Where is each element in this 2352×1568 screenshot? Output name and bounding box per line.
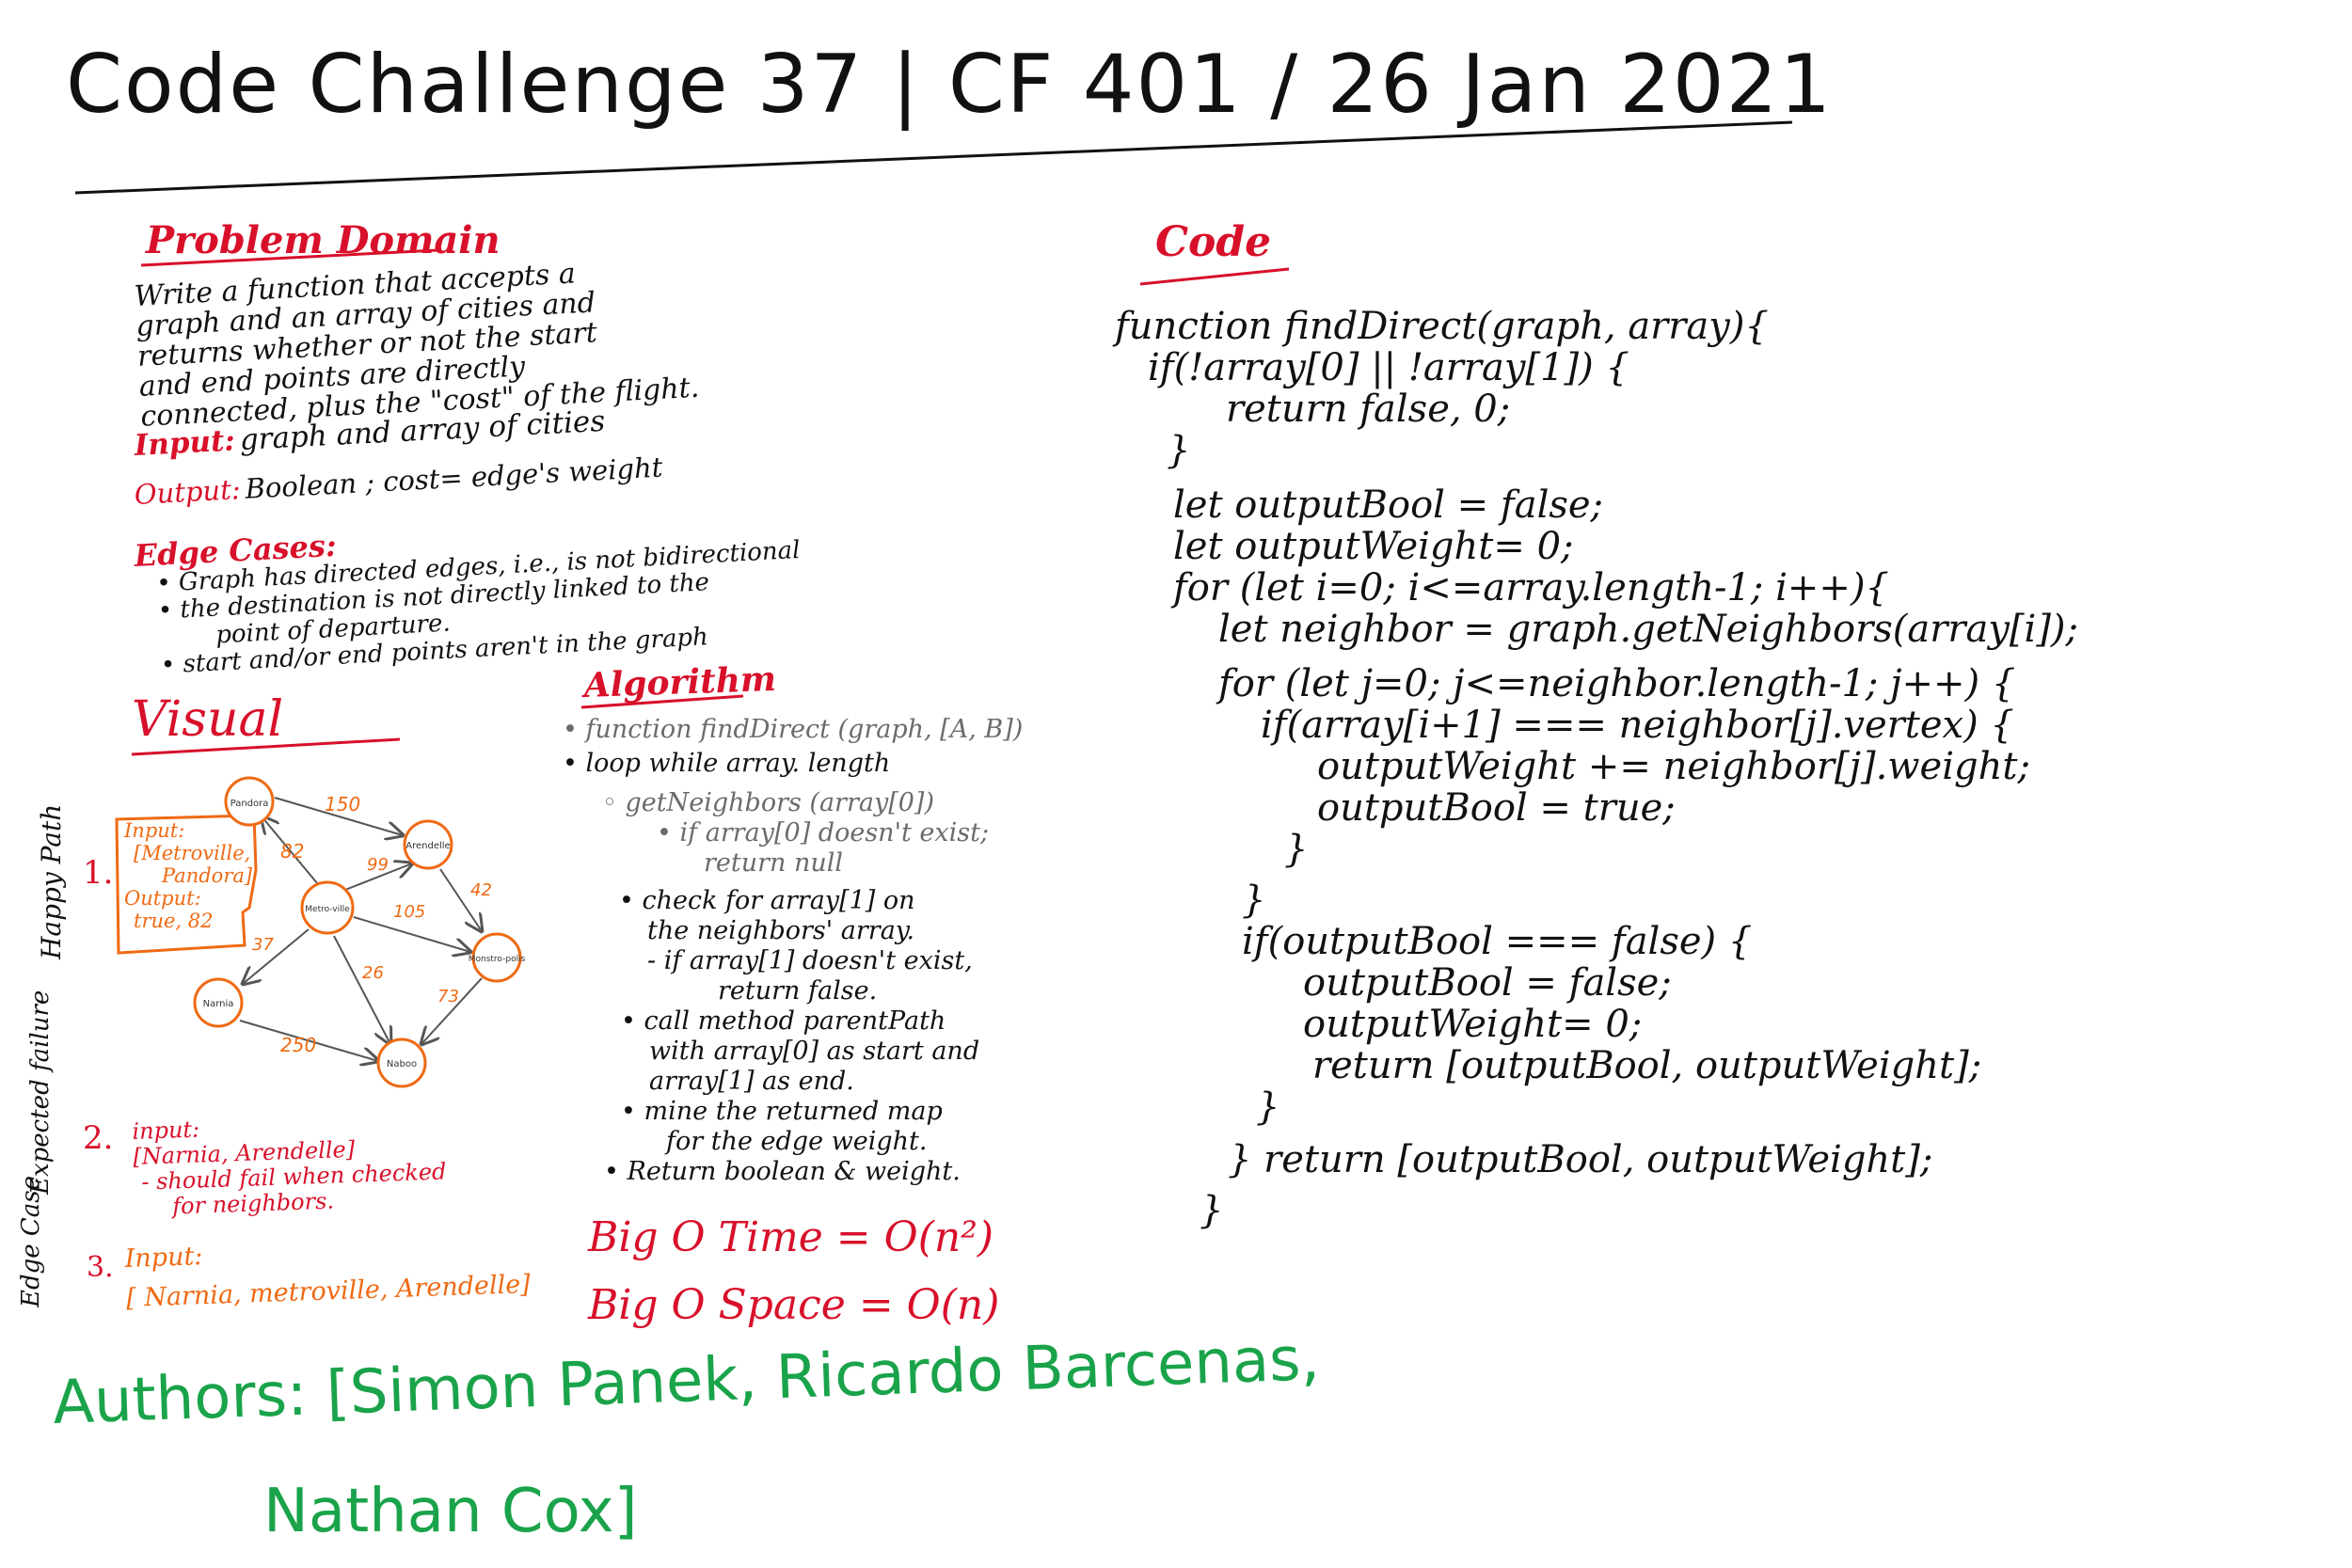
code-line: let outputWeight= 0; [1173,525,1574,568]
code-line: for (let i=0; i<=array.length-1; i++){ [1173,566,1889,610]
code-line: let neighbor = graph.getNeighbors(array[… [1218,608,2079,651]
code-line: } [1167,429,1191,472]
code-line: } return [outputBool, outputWeight]; [1228,1138,1933,1181]
code-line: let outputBool = false; [1173,483,1604,527]
code-line: return false, 0; [1226,388,1511,431]
code-line: function findDirect(graph, array){ [1115,305,1769,348]
code-block: function findDirect(graph, array){ if(!a… [1115,306,2078,1231]
code-line: outputBool = true; [1317,786,1676,830]
code-line: outputWeight= 0; [1303,1003,1643,1046]
code-line: if(array[i+1] === neighbor[j].vertex) { [1261,704,2014,747]
code-line: } [1242,879,1266,922]
code-line: } [1284,828,1309,871]
code-line: for (let j=0; j<=neighbor.length-1; j++)… [1218,662,2016,705]
code-line: outputBool = false; [1303,961,1672,1005]
code-line: } [1200,1189,1224,1232]
code-line: outputWeight += neighbor[j].weight; [1317,745,2030,788]
code-line: if(outputBool === false) { [1242,920,1753,963]
code-line: return [outputBool, outputWeight]; [1312,1044,1982,1087]
code-line: } [1256,1085,1280,1129]
code-line: if(!array[0] || !array[1]) { [1148,346,1629,389]
